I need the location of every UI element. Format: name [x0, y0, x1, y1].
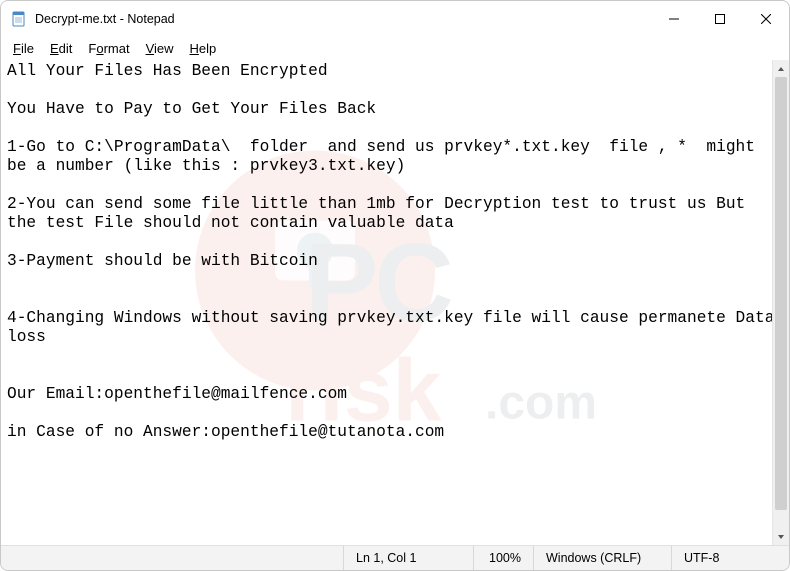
minimize-icon	[669, 14, 679, 24]
text-editor[interactable]: All Your Files Has Been Encrypted You Ha…	[1, 60, 789, 545]
content-area: PC risk .com All Your Files Has Been Enc…	[1, 60, 789, 545]
notepad-window: Decrypt-me.txt - Notepad File Edit Forma…	[0, 0, 790, 571]
scroll-thumb[interactable]	[775, 77, 787, 510]
titlebar[interactable]: Decrypt-me.txt - Notepad	[1, 1, 789, 37]
close-button[interactable]	[743, 1, 789, 37]
chevron-down-icon	[777, 533, 785, 541]
scroll-track[interactable]	[773, 77, 789, 528]
status-zoom: 100%	[473, 546, 533, 570]
window-controls	[651, 1, 789, 37]
status-encoding: UTF-8	[671, 546, 789, 570]
scroll-up-button[interactable]	[773, 60, 789, 77]
statusbar: Ln 1, Col 1 100% Windows (CRLF) UTF-8	[1, 545, 789, 570]
notepad-app-icon	[11, 11, 27, 27]
menu-edit[interactable]: Edit	[42, 39, 80, 58]
close-icon	[761, 14, 771, 24]
status-cursor-position: Ln 1, Col 1	[343, 546, 473, 570]
menu-help[interactable]: Help	[182, 39, 225, 58]
window-title: Decrypt-me.txt - Notepad	[35, 12, 651, 26]
menu-format[interactable]: Format	[80, 39, 137, 58]
vertical-scrollbar[interactable]	[772, 60, 789, 545]
menubar: File Edit Format View Help	[1, 37, 789, 60]
menu-file[interactable]: File	[5, 39, 42, 58]
minimize-button[interactable]	[651, 1, 697, 37]
scroll-down-button[interactable]	[773, 528, 789, 545]
maximize-icon	[715, 14, 725, 24]
menu-view[interactable]: View	[138, 39, 182, 58]
status-spacer	[1, 546, 343, 570]
chevron-up-icon	[777, 65, 785, 73]
maximize-button[interactable]	[697, 1, 743, 37]
status-line-ending: Windows (CRLF)	[533, 546, 671, 570]
